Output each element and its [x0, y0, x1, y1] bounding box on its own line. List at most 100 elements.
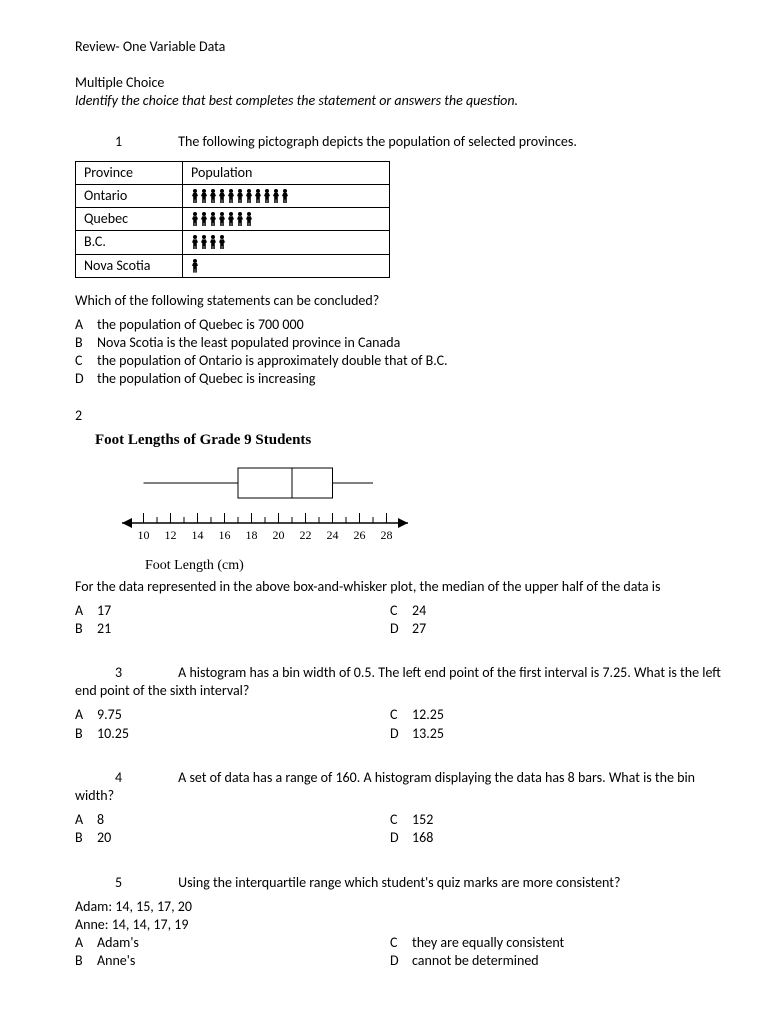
person-icon — [281, 189, 289, 203]
choice-letter: D — [390, 620, 412, 638]
q1-choices: Athe population of Quebec is 700 000 BNo… — [75, 316, 723, 389]
q1-choice-d: the population of Quebec is increasing — [97, 370, 315, 388]
person-icon — [209, 212, 217, 226]
q4-choices: A8 B20 C152 D168 — [75, 811, 723, 847]
q3-choice-c: 12.25 — [412, 706, 444, 724]
q2-choice-a: 17 — [97, 602, 111, 620]
q5-choice-d: cannot be determined — [412, 952, 539, 970]
svg-text:24: 24 — [327, 528, 339, 542]
person-icon — [218, 235, 226, 249]
q3-choice-a: 9.75 — [97, 706, 122, 724]
person-icon — [218, 189, 226, 203]
svg-text:22: 22 — [300, 528, 312, 542]
q2-choice-d: 27 — [412, 620, 426, 638]
q5-choices: AAdam's BAnne's Cthey are equally consis… — [75, 934, 723, 970]
svg-text:12: 12 — [165, 528, 177, 542]
choice-letter: C — [390, 706, 412, 724]
q1-stem-row: 1 The following pictograph depicts the p… — [75, 133, 723, 151]
choice-letter: B — [75, 952, 97, 970]
person-icon — [200, 189, 208, 203]
q5-choice-a: Adam's — [97, 934, 139, 952]
population-cell — [183, 184, 390, 207]
table-row: B.C. — [76, 231, 390, 254]
svg-text:10: 10 — [138, 528, 150, 542]
choice-letter: D — [390, 725, 412, 743]
q2-number: 2 — [75, 407, 723, 425]
person-icon — [191, 212, 199, 226]
person-icon — [245, 189, 253, 203]
person-icon — [263, 189, 271, 203]
svg-text:16: 16 — [219, 528, 231, 542]
q2-stem: For the data represented in the above bo… — [75, 578, 723, 596]
boxplot-title: Foot Lengths of Grade 9 Students — [95, 431, 723, 451]
svg-text:18: 18 — [246, 528, 258, 542]
table-row: Nova Scotia — [76, 254, 390, 277]
person-icon — [200, 235, 208, 249]
q1-choice-b: Nova Scotia is the least populated provi… — [97, 334, 400, 352]
q2-choice-b: 21 — [97, 620, 111, 638]
choice-letter: D — [390, 829, 412, 847]
q3-choice-b: 10.25 — [97, 725, 129, 743]
population-cell — [183, 254, 390, 277]
choice-letter: A — [75, 316, 97, 334]
person-icon — [236, 212, 244, 226]
q3-choices: A9.75 B10.25 C12.25 D13.25 — [75, 706, 723, 742]
choice-letter: C — [390, 811, 412, 829]
svg-text:14: 14 — [192, 528, 204, 542]
choice-letter: C — [390, 934, 412, 952]
province-cell: Quebec — [76, 208, 183, 231]
page-title: Review- One Variable Data — [75, 38, 723, 56]
q4-row: 4 A set of data has a range of 160. A hi… — [75, 769, 723, 805]
q4-choice-b: 20 — [97, 829, 111, 847]
q3-choice-d: 13.25 — [412, 725, 444, 743]
q2-choices: A17 B21 C24 D27 — [75, 602, 723, 638]
choice-letter: D — [75, 370, 97, 388]
q4-choice-a: 8 — [97, 811, 104, 829]
person-icon — [245, 212, 253, 226]
q2-choice-c: 24 — [412, 602, 426, 620]
province-cell: Ontario — [76, 184, 183, 207]
choice-letter: B — [75, 620, 97, 638]
choice-letter: C — [390, 602, 412, 620]
svg-text:20: 20 — [273, 528, 285, 542]
q4-choice-d: 168 — [412, 829, 433, 847]
person-icon — [200, 212, 208, 226]
person-icon — [272, 189, 280, 203]
choice-letter: B — [75, 829, 97, 847]
choice-letter: A — [75, 811, 97, 829]
q1-number: 1 — [115, 133, 175, 151]
table-header-population: Population — [183, 161, 390, 184]
boxplot-chart: 10121416182022242628 — [115, 458, 723, 553]
q4-choice-c: 152 — [412, 811, 433, 829]
table-header-province: Province — [76, 161, 183, 184]
q1-choice-c: the population of Ontario is approximate… — [97, 352, 448, 370]
boxplot-svg: 10121416182022242628 — [115, 458, 415, 553]
person-icon — [227, 189, 235, 203]
person-icon — [191, 189, 199, 203]
table-row: Quebec — [76, 208, 390, 231]
q5-stem: Using the interquartile range which stud… — [178, 874, 620, 891]
population-cell — [183, 231, 390, 254]
q5-row: 5 Using the interquartile range which st… — [75, 874, 723, 892]
q1-choice-a: the population of Quebec is 700 000 — [97, 316, 304, 334]
q1-followup: Which of the following statements can be… — [75, 292, 723, 310]
q5-data-2: Anne: 14, 14, 17, 19 — [75, 916, 723, 934]
mc-heading: Multiple Choice — [75, 74, 723, 92]
choice-letter: B — [75, 334, 97, 352]
pictograph-table: Province Population OntarioQuebecB.C.Nov… — [75, 161, 390, 278]
choice-letter: D — [390, 952, 412, 970]
instruction: Identify the choice that best completes … — [75, 92, 723, 110]
person-icon — [191, 259, 199, 273]
q3-number: 3 — [115, 664, 175, 682]
boxplot-caption: Foot Length (cm) — [145, 557, 723, 575]
province-cell: Nova Scotia — [76, 254, 183, 277]
q3-row: 3 A histogram has a bin width of 0.5. Th… — [75, 664, 723, 700]
choice-letter: A — [75, 706, 97, 724]
person-icon — [209, 189, 217, 203]
person-icon — [218, 212, 226, 226]
person-icon — [191, 235, 199, 249]
person-icon — [254, 189, 262, 203]
table-row: Ontario — [76, 184, 390, 207]
q5-number: 5 — [115, 874, 175, 892]
svg-text:28: 28 — [381, 528, 393, 542]
